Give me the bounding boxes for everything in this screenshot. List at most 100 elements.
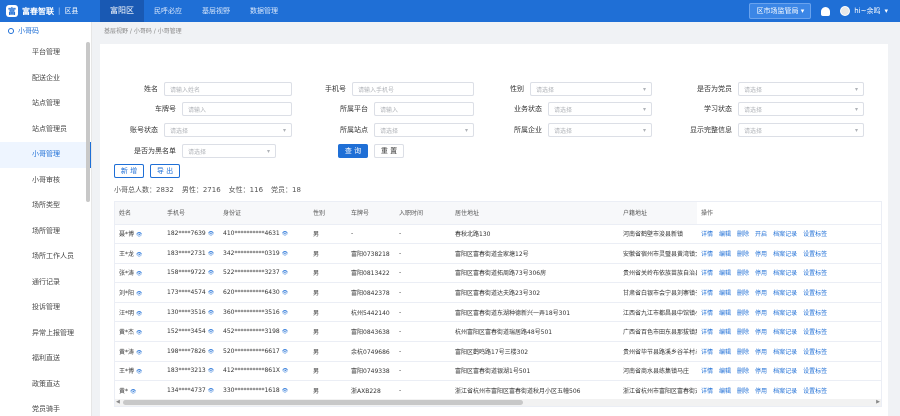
eye-icon[interactable]: 👁 xyxy=(282,388,288,394)
op-detail-link[interactable]: 详情 xyxy=(701,349,713,356)
op-toggle-link[interactable]: 停用 xyxy=(755,368,767,375)
sidebar-item-place-staff[interactable]: 场所工作人员 xyxy=(0,244,91,270)
op-archive-link[interactable]: 档案记录 xyxy=(773,290,797,297)
scrollbar-thumb[interactable] xyxy=(123,400,523,405)
is-party-select[interactable]: 请选择 ▾ xyxy=(738,82,864,96)
op-edit-link[interactable]: 编辑 xyxy=(719,349,731,356)
op-toggle-link[interactable]: 停用 xyxy=(755,290,767,297)
eye-icon[interactable]: 👁 xyxy=(282,368,288,374)
bell-icon[interactable] xyxy=(821,6,831,16)
op-archive-link[interactable]: 档案记录 xyxy=(773,251,797,258)
reset-button[interactable]: 重 置 xyxy=(374,144,404,158)
op-archive-link[interactable]: 档案记录 xyxy=(773,349,797,356)
sidebar-item-welfare[interactable]: 福利直送 xyxy=(0,346,91,372)
platform-input[interactable]: 请输入 xyxy=(374,102,474,116)
sidebar-item-site[interactable]: 站点管理 xyxy=(0,91,91,117)
op-archive-link[interactable]: 档案记录 xyxy=(773,329,797,336)
op-edit-link[interactable]: 编辑 xyxy=(719,251,731,258)
op-toggle-link[interactable]: 停用 xyxy=(755,329,767,336)
eye-icon[interactable]: 👁 xyxy=(136,271,142,277)
user-menu[interactable]: hi~余鸣 ▾ xyxy=(840,6,888,16)
sidebar-item-complaint[interactable]: 投诉管理 xyxy=(0,295,91,321)
sidebar-item-pass-record[interactable]: 通行记录 xyxy=(0,270,91,296)
sidebar-item-courier-review[interactable]: 小哥审核 xyxy=(0,168,91,194)
sidebar-item-courier[interactable]: 小哥管理 xyxy=(0,142,91,168)
eye-icon[interactable]: 👁 xyxy=(136,350,142,356)
full-info-select[interactable]: 请选择 ▾ xyxy=(738,123,864,137)
account-status-select[interactable]: 请选择 ▾ xyxy=(164,123,292,137)
eye-icon[interactable]: 👁 xyxy=(208,231,214,237)
sidebar-group-xiaogema[interactable]: 小哥码 xyxy=(0,22,91,40)
op-tag-link[interactable]: 设置标签 xyxy=(803,310,827,317)
op-toggle-link[interactable]: 停用 xyxy=(755,251,767,258)
op-delete-link[interactable]: 删除 xyxy=(737,270,749,277)
gender-select[interactable]: 请选择 ▾ xyxy=(530,82,652,96)
biz-status-select[interactable]: 请选择 ▾ xyxy=(548,102,652,116)
sidebar-item-place-type[interactable]: 场所类型 xyxy=(0,193,91,219)
op-edit-link[interactable]: 编辑 xyxy=(719,270,731,277)
eye-icon[interactable]: 👁 xyxy=(208,349,214,355)
name-input[interactable]: 请输入姓名 xyxy=(164,82,292,96)
sidebar-item-policy[interactable]: 政策直达 xyxy=(0,372,91,398)
add-button[interactable]: 新 增 xyxy=(114,164,144,178)
op-detail-link[interactable]: 详情 xyxy=(701,270,713,277)
eye-icon[interactable]: 👁 xyxy=(208,251,214,257)
eye-icon[interactable]: 👁 xyxy=(130,389,136,395)
op-archive-link[interactable]: 档案记录 xyxy=(773,388,797,395)
eye-icon[interactable]: 👁 xyxy=(136,369,142,375)
op-toggle-link[interactable]: 停用 xyxy=(755,388,767,395)
top-nav-item-jiceng[interactable]: 基层视野 xyxy=(192,0,240,22)
op-tag-link[interactable]: 设置标签 xyxy=(803,368,827,375)
export-button[interactable]: 导 出 xyxy=(150,164,180,178)
op-tag-link[interactable]: 设置标签 xyxy=(803,231,827,238)
op-archive-link[interactable]: 档案记录 xyxy=(773,368,797,375)
eye-icon[interactable]: 👁 xyxy=(282,270,288,276)
op-edit-link[interactable]: 编辑 xyxy=(719,290,731,297)
op-detail-link[interactable]: 详情 xyxy=(701,310,713,317)
eye-icon[interactable]: 👁 xyxy=(282,290,288,296)
eye-icon[interactable]: 👁 xyxy=(208,368,214,374)
op-edit-link[interactable]: 编辑 xyxy=(719,231,731,238)
top-nav-item-minhu[interactable]: 民呼必应 xyxy=(144,0,192,22)
op-toggle-link[interactable]: 停用 xyxy=(755,310,767,317)
op-detail-link[interactable]: 详情 xyxy=(701,251,713,258)
role-select[interactable]: 区市场监管局 ▾ xyxy=(749,3,812,19)
op-edit-link[interactable]: 编辑 xyxy=(719,388,731,395)
op-archive-link[interactable]: 档案记录 xyxy=(773,270,797,277)
blacklist-select[interactable]: 请选择 ▾ xyxy=(182,144,276,158)
op-delete-link[interactable]: 删除 xyxy=(737,290,749,297)
sidebar-scrollbar[interactable] xyxy=(86,42,90,202)
eye-icon[interactable]: 👁 xyxy=(208,290,214,296)
op-delete-link[interactable]: 删除 xyxy=(737,368,749,375)
op-delete-link[interactable]: 删除 xyxy=(737,388,749,395)
phone-input[interactable]: 请输入手机号 xyxy=(352,82,474,96)
sidebar-item-anomaly[interactable]: 异常上报管理 xyxy=(0,321,91,347)
eye-icon[interactable]: 👁 xyxy=(282,349,288,355)
study-status-select[interactable]: 请选择 ▾ xyxy=(738,102,864,116)
op-tag-link[interactable]: 设置标签 xyxy=(803,349,827,356)
top-nav-item-data[interactable]: 数据管理 xyxy=(240,0,288,22)
op-detail-link[interactable]: 详情 xyxy=(701,329,713,336)
eye-icon[interactable]: 👁 xyxy=(208,270,214,276)
sidebar-item-party-rider[interactable]: 党员骑手 xyxy=(0,397,91,416)
eye-icon[interactable]: 👁 xyxy=(136,330,142,336)
op-detail-link[interactable]: 详情 xyxy=(701,388,713,395)
top-nav-item-fuyang[interactable]: 富阳区 xyxy=(100,0,144,22)
op-toggle-link[interactable]: 停用 xyxy=(755,270,767,277)
op-edit-link[interactable]: 编辑 xyxy=(719,310,731,317)
op-archive-link[interactable]: 档案记录 xyxy=(773,310,797,317)
eye-icon[interactable]: 👁 xyxy=(282,310,288,316)
op-toggle-link[interactable]: 停用 xyxy=(755,349,767,356)
scroll-right-icon[interactable]: ▶ xyxy=(876,399,880,405)
op-edit-link[interactable]: 编辑 xyxy=(719,368,731,375)
company-select[interactable]: 请选择 ▾ xyxy=(548,123,652,137)
op-delete-link[interactable]: 删除 xyxy=(737,251,749,258)
eye-icon[interactable]: 👁 xyxy=(282,251,288,257)
op-detail-link[interactable]: 详情 xyxy=(701,231,713,238)
eye-icon[interactable]: 👁 xyxy=(208,388,214,394)
eye-icon[interactable]: 👁 xyxy=(208,310,214,316)
eye-icon[interactable]: 👁 xyxy=(136,252,142,258)
op-delete-link[interactable]: 删除 xyxy=(737,329,749,336)
op-tag-link[interactable]: 设置标签 xyxy=(803,388,827,395)
table-horizontal-scrollbar[interactable]: ◀ ▶ xyxy=(115,399,881,406)
